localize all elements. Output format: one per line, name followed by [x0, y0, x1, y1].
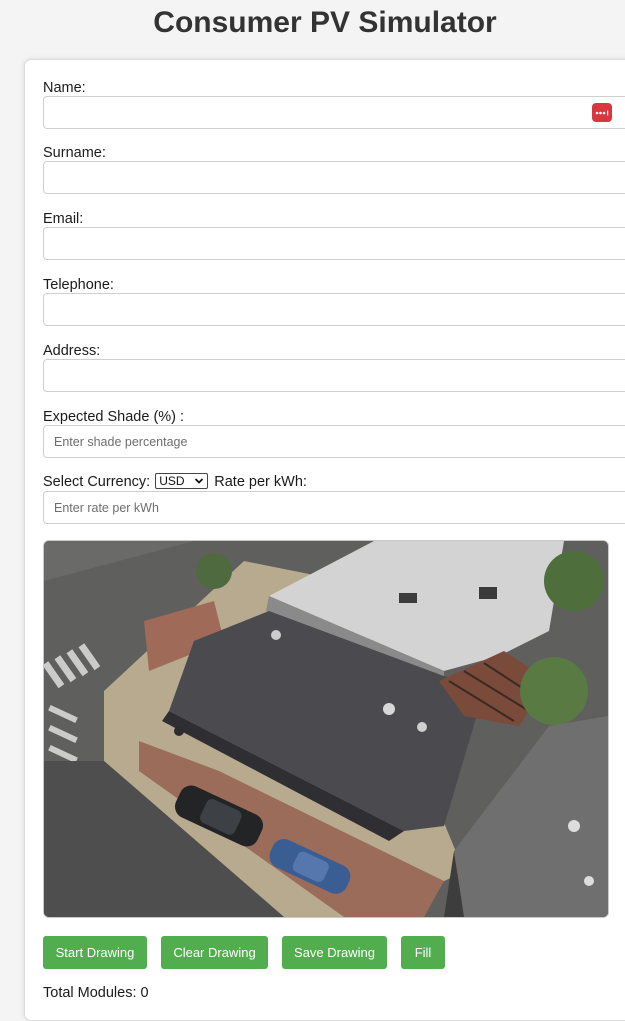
shade-label: Expected Shade (%) :: [43, 409, 185, 425]
currency-label: Select Currency:: [43, 474, 151, 490]
currency-row: Select Currency: USD Rate per kWh:: [43, 473, 307, 491]
aerial-map[interactable]: [43, 540, 609, 918]
email-input[interactable]: [43, 227, 625, 260]
total-modules-label: Total Modules:: [43, 985, 137, 1001]
surname-label: Surname:: [43, 145, 106, 161]
fill-button[interactable]: Fill: [401, 936, 445, 969]
total-modules-value: 0: [140, 985, 149, 1001]
rate-input[interactable]: [43, 491, 625, 524]
address-input[interactable]: [43, 359, 625, 392]
page-title: Consumer PV Simulator: [153, 6, 497, 39]
save-drawing-button[interactable]: Save Drawing: [282, 936, 387, 969]
password-dots-icon: [595, 110, 609, 115]
surname-input[interactable]: [43, 161, 625, 194]
currency-selected-value: USD: [159, 474, 185, 489]
name-input[interactable]: [43, 96, 625, 129]
chevron-down-icon: [195, 478, 204, 484]
total-modules: Total Modules: 0: [43, 985, 149, 1001]
shade-input[interactable]: [43, 425, 625, 458]
email-label: Email:: [43, 211, 84, 227]
aerial-map-image: [44, 541, 608, 917]
password-manager-icon[interactable]: [592, 103, 612, 122]
telephone-input[interactable]: [43, 293, 625, 326]
address-label: Address:: [43, 343, 101, 359]
clear-drawing-button[interactable]: Clear Drawing: [161, 936, 268, 969]
rate-label: Rate per kWh:: [214, 474, 307, 490]
telephone-label: Telephone:: [43, 277, 114, 293]
currency-select[interactable]: USD: [155, 473, 209, 490]
start-drawing-button[interactable]: Start Drawing: [43, 936, 147, 969]
name-label: Name:: [43, 80, 86, 96]
